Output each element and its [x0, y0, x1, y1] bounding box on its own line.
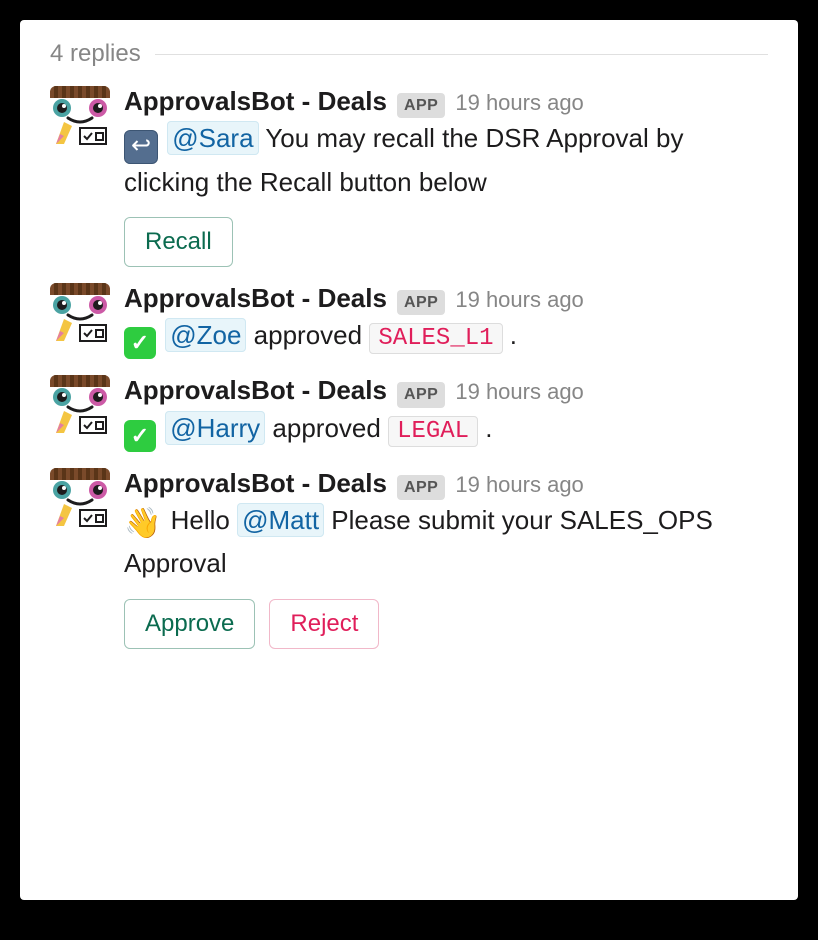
wave-icon: 👋 — [124, 502, 161, 546]
message-header: ApprovalsBot - Deals APP 19 hours ago — [124, 283, 768, 315]
checkmark-icon: ✓ — [124, 420, 156, 452]
avatar[interactable] — [50, 283, 110, 343]
code-tag: LEGAL — [388, 416, 478, 447]
timestamp[interactable]: 19 hours ago — [455, 90, 583, 116]
sender-name[interactable]: ApprovalsBot - Deals — [124, 468, 387, 499]
message: ApprovalsBot - Deals APP 19 hours ago 👋 Hel… — [50, 468, 768, 649]
recall-button[interactable]: Recall — [124, 217, 233, 267]
mention[interactable]: @Matt — [237, 503, 324, 537]
text-span: . — [478, 413, 492, 443]
app-badge: APP — [397, 290, 445, 315]
message-body: ApprovalsBot - Deals APP 19 hours ago ✓ @Zo… — [124, 283, 768, 359]
message-text: ✓ @Zoe approved SALES_L1 . — [124, 317, 768, 359]
message-header: ApprovalsBot - Deals APP 19 hours ago — [124, 375, 768, 407]
avatar[interactable] — [50, 375, 110, 435]
checkmark-icon: ✓ — [124, 327, 156, 359]
sender-name[interactable]: ApprovalsBot - Deals — [124, 86, 387, 117]
text-span: approved — [265, 413, 388, 443]
message-header: ApprovalsBot - Deals APP 19 hours ago — [124, 468, 768, 500]
leftwards-arrow-icon: ↩ — [124, 130, 158, 164]
app-badge: APP — [397, 382, 445, 407]
message-body: ApprovalsBot - Deals APP 19 hours ago 👋 Hel… — [124, 468, 768, 649]
message-header: ApprovalsBot - Deals APP 19 hours ago — [124, 86, 768, 118]
reply-count: 4 replies — [50, 40, 141, 68]
timestamp[interactable]: 19 hours ago — [455, 287, 583, 313]
thread-header: 4 replies — [50, 40, 768, 68]
button-row: Recall — [124, 217, 768, 267]
avatar[interactable] — [50, 86, 110, 146]
timestamp[interactable]: 19 hours ago — [455, 472, 583, 498]
mention[interactable]: @Zoe — [165, 318, 246, 352]
thread-panel: 4 replies ApprovalsBot - Deals APP 19 hour… — [20, 20, 798, 900]
avatar[interactable] — [50, 468, 110, 528]
mention[interactable]: @Sara — [167, 121, 258, 155]
approve-button[interactable]: Approve — [124, 599, 255, 649]
message-body: ApprovalsBot - Deals APP 19 hours ago ↩ @Sa… — [124, 86, 768, 267]
sender-name[interactable]: ApprovalsBot - Deals — [124, 283, 387, 314]
message: ApprovalsBot - Deals APP 19 hours ago ✓ @Zo… — [50, 283, 768, 359]
divider — [155, 54, 768, 55]
message: ApprovalsBot - Deals APP 19 hours ago ↩ @Sa… — [50, 86, 768, 267]
text-span: . — [503, 320, 517, 350]
reject-button[interactable]: Reject — [269, 599, 379, 649]
app-badge: APP — [397, 93, 445, 118]
button-row: Approve Reject — [124, 599, 768, 649]
app-badge: APP — [397, 475, 445, 500]
mention[interactable]: @Harry — [165, 411, 265, 445]
message: ApprovalsBot - Deals APP 19 hours ago ✓ @Ha… — [50, 375, 768, 451]
code-tag: SALES_L1 — [369, 323, 502, 354]
message-list: ApprovalsBot - Deals APP 19 hours ago ↩ @Sa… — [50, 86, 768, 649]
sender-name[interactable]: ApprovalsBot - Deals — [124, 375, 387, 406]
text-span: Hello — [171, 505, 237, 535]
message-text: 👋 Hello @Matt Please submit your SALES_O… — [124, 502, 768, 583]
message-body: ApprovalsBot - Deals APP 19 hours ago ✓ @Ha… — [124, 375, 768, 451]
text-span: approved — [246, 320, 369, 350]
timestamp[interactable]: 19 hours ago — [455, 379, 583, 405]
message-text: ↩ @Sara You may recall the DSR Approval … — [124, 120, 768, 201]
message-text: ✓ @Harry approved LEGAL . — [124, 410, 768, 452]
